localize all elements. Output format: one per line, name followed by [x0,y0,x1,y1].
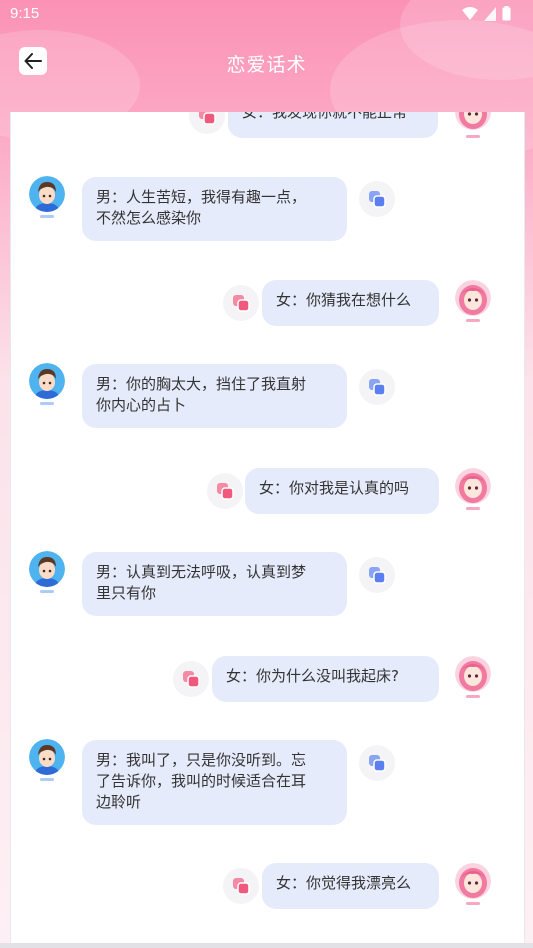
avatar-shadow [40,215,54,218]
wifi-icon [462,6,478,20]
copy-button[interactable] [359,745,395,781]
copy-icon [233,878,250,895]
copy-button[interactable] [223,868,259,904]
female-avatar [455,863,491,899]
copy-button[interactable] [189,112,225,134]
copy-icon [183,671,200,688]
female-avatar [455,112,491,130]
copy-button[interactable] [359,557,395,593]
copy-icon [217,483,234,500]
signal-icon [484,6,496,21]
male-message-bubble: 男：我叫了，只是你没听到。忘 了告诉你，我叫的时候适合在耳 边聆听 [82,740,347,825]
status-icons [462,6,511,21]
female-message-bubble: 女：我发现你就不能正常 [228,112,438,138]
copy-icon [233,295,250,312]
male-message-bubble: 男：人生苦短，我得有趣一点， 不然怎么感染你 [82,177,347,241]
status-bar: 9:15 [0,0,533,30]
female-avatar [455,280,491,316]
female-message-bubble: 女：你为什么没叫我起床? [212,656,439,702]
copy-icon [369,191,386,208]
male-message-bubble: 男：认真到无法呼吸，认真到梦 里只有你 [82,552,347,616]
male-avatar [29,363,65,399]
male-avatar [29,739,65,775]
female-message-bubble: 女：你对我是认真的吗 [245,468,439,514]
copy-button[interactable] [359,369,395,405]
copy-icon [199,112,216,125]
copy-button[interactable] [173,661,209,697]
avatar-shadow [466,507,480,510]
avatar-shadow [40,590,54,593]
avatar-shadow [40,402,54,405]
female-message-bubble: 女：你猜我在想什么 [262,280,439,326]
male-avatar [29,176,65,212]
copy-icon [369,379,386,396]
copy-icon [369,567,386,584]
avatar-shadow [466,135,480,138]
female-message-bubble: 女：你觉得我漂亮么 [262,863,439,909]
page-title: 恋爱话术 [226,54,307,76]
copy-button[interactable] [223,285,259,321]
copy-button[interactable] [207,473,243,509]
avatar-shadow [466,319,480,322]
avatar-shadow [466,902,480,905]
title-bar: 恋爱话术 [0,40,533,84]
copy-button[interactable] [359,181,395,217]
male-message-bubble: 男：你的胸太大，挡住了我直射 你内心的占卜 [82,364,347,428]
avatar-shadow [40,778,54,781]
avatar-shadow [466,695,480,698]
female-avatar [455,468,491,504]
female-avatar [455,656,491,692]
battery-icon [502,6,511,21]
status-time: 9:15 [10,5,40,22]
copy-icon [369,755,386,772]
male-avatar [29,551,65,587]
message-list[interactable]: 女：我发现你就不能正常 男：人生苦短，我得有趣一点， 不然怎么感染你 女：你猜我… [10,112,525,948]
navigation-bar [0,943,533,948]
